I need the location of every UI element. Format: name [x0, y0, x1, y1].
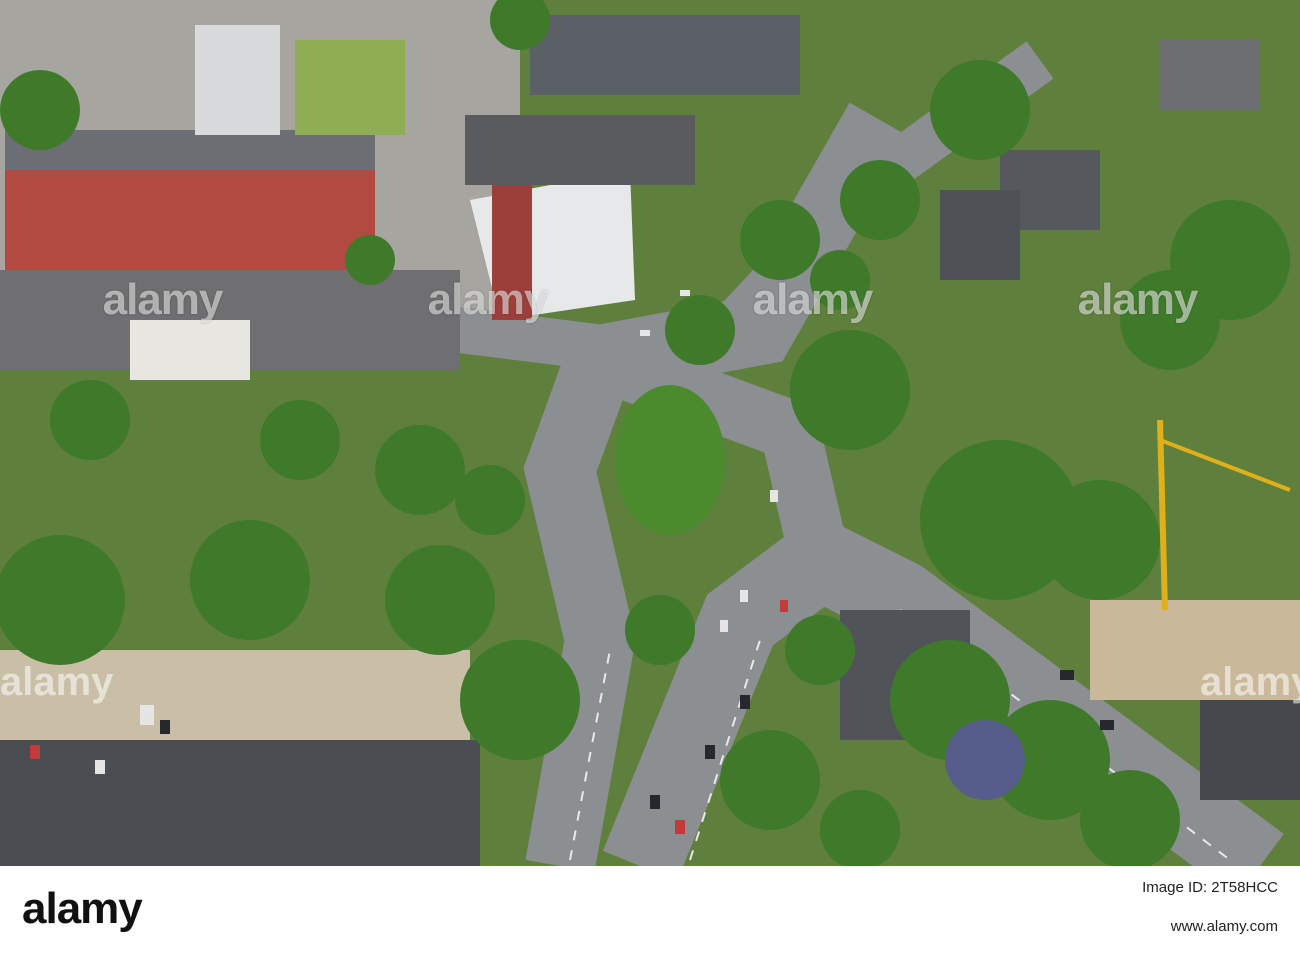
- footer-bar: alamy Image ID: 2T58HCC www.alamy.com: [0, 866, 1300, 957]
- watermark-text: alamy: [1200, 660, 1300, 704]
- site-url: www.alamy.com: [1170, 918, 1278, 935]
- alamy-logo: alamy: [22, 884, 143, 933]
- aerial-photo: alamy alamy alamy alamy alamy alamy: [0, 0, 1300, 866]
- aerial-scene: [0, 0, 1300, 866]
- image-id: Image ID: 2T58HCC: [1142, 879, 1278, 896]
- watermark-text: alamy: [0, 660, 114, 704]
